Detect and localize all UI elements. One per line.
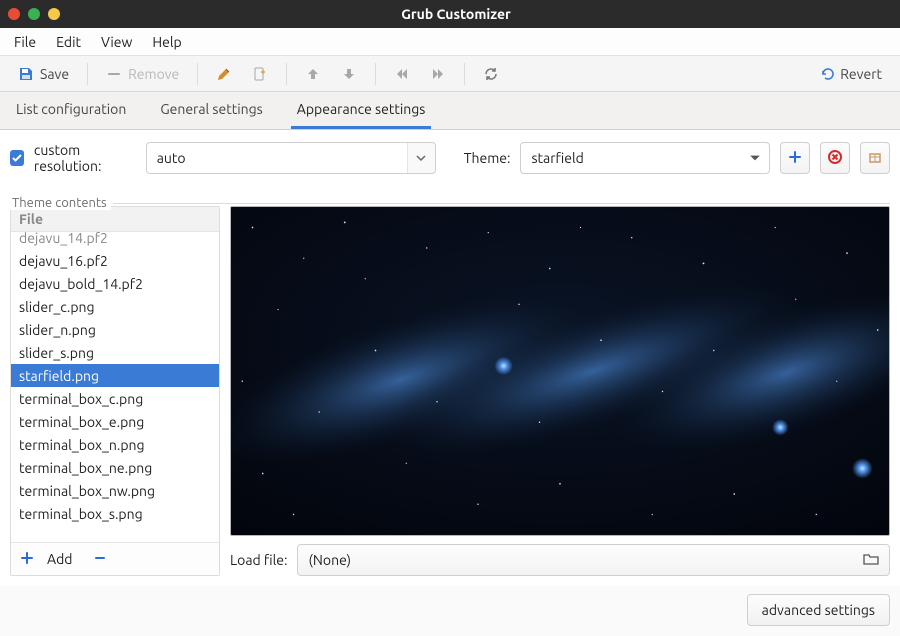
load-file-label: Load file: [230, 552, 287, 568]
file-list-header[interactable]: File [11, 207, 219, 232]
advanced-settings-button[interactable]: advanced settings [747, 594, 890, 626]
theme-combo[interactable]: starfield [520, 142, 770, 174]
preview-image [230, 206, 890, 536]
appearance-panel: custom resolution: auto Theme: starfield [0, 130, 900, 586]
theme-add-button[interactable] [780, 142, 810, 174]
save-button[interactable]: Save [10, 62, 77, 86]
refresh-icon [483, 66, 499, 82]
plus-icon [21, 551, 33, 567]
list-item[interactable]: terminal_box_e.png [11, 410, 219, 433]
arrow-up-icon [305, 66, 321, 82]
list-item[interactable]: slider_n.png [11, 318, 219, 341]
toolbar-separator [197, 63, 198, 85]
move-right-button[interactable] [422, 62, 454, 86]
edit-entry-button[interactable] [208, 62, 240, 86]
chevron-down-icon[interactable] [741, 143, 769, 173]
list-item[interactable]: terminal_box_n.png [11, 433, 219, 456]
add-file-button[interactable]: Add [47, 551, 72, 567]
theme-remove-button[interactable] [820, 142, 850, 174]
double-arrow-right-icon [430, 66, 446, 82]
group-line [113, 203, 890, 204]
list-item[interactable]: dejavu_bold_14.pf2 [11, 272, 219, 295]
tab-appearance-settings[interactable]: Appearance settings [291, 91, 432, 129]
reload-button[interactable] [475, 62, 507, 86]
list-item[interactable]: terminal_box_nw.png [11, 479, 219, 502]
menu-view[interactable]: View [91, 28, 142, 55]
theme-contents-group: Theme contents File dejavu_14.pf2 dejavu… [10, 188, 890, 576]
list-item[interactable]: dejavu_14.pf2 [11, 232, 219, 249]
custom-resolution-checkbox[interactable] [10, 150, 24, 166]
file-chooser-value: (None) [308, 552, 351, 568]
revert-button[interactable]: Revert [810, 62, 890, 86]
arrow-down-icon [341, 66, 357, 82]
revert-label: Revert [840, 66, 882, 82]
revert-icon [818, 66, 834, 82]
remove-label: Remove [128, 66, 179, 82]
preview-pane: Load file: (None) [230, 206, 890, 576]
list-item[interactable]: terminal_box_s.png [11, 502, 219, 525]
new-entry-button[interactable] [244, 62, 276, 86]
toolbar-separator [375, 63, 376, 85]
pencil-icon [216, 66, 232, 82]
resolution-value[interactable]: auto [147, 150, 407, 166]
titlebar: Grub Customizer [0, 0, 900, 28]
window-close-icon[interactable] [8, 8, 20, 20]
tabbar: List configuration General settings Appe… [0, 92, 900, 130]
double-arrow-left-icon [394, 66, 410, 82]
menubar: File Edit View Help [0, 28, 900, 56]
toolbar-separator [87, 63, 88, 85]
list-item[interactable]: dejavu_16.pf2 [11, 249, 219, 272]
footer: advanced settings [0, 586, 900, 636]
move-left-button[interactable] [386, 62, 418, 86]
tab-general-settings[interactable]: General settings [154, 91, 268, 129]
save-icon [18, 66, 34, 82]
menu-help[interactable]: Help [142, 28, 191, 55]
toolbar-separator [286, 63, 287, 85]
minus-icon[interactable] [94, 551, 106, 567]
save-label: Save [40, 66, 69, 82]
move-up-button[interactable] [297, 62, 329, 86]
theme-label: Theme: [464, 150, 511, 166]
list-item[interactable]: slider_s.png [11, 341, 219, 364]
load-file-chooser[interactable]: (None) [297, 544, 890, 576]
menu-file[interactable]: File [4, 28, 46, 55]
new-doc-icon [252, 66, 268, 82]
theme-export-button[interactable] [860, 142, 890, 174]
remove-button[interactable]: Remove [98, 62, 187, 86]
cancel-circle-icon [827, 149, 843, 168]
window-title: Grub Customizer [20, 6, 892, 22]
list-item[interactable]: slider_c.png [11, 295, 219, 318]
tab-list-configuration[interactable]: List configuration [10, 91, 132, 129]
toolbar: Save Remove [0, 56, 900, 92]
theme-value: starfield [521, 150, 741, 166]
file-list-pane: File dejavu_14.pf2 dejavu_16.pf2 dejavu_… [10, 206, 220, 576]
toolbar-separator [464, 63, 465, 85]
list-item[interactable]: terminal_box_c.png [11, 387, 219, 410]
minus-icon [106, 66, 122, 82]
file-list-actions: Add [11, 542, 219, 575]
list-item-selected[interactable]: starfield.png [11, 364, 219, 387]
move-down-button[interactable] [333, 62, 365, 86]
package-icon [868, 150, 882, 167]
group-label: Theme contents [8, 196, 111, 210]
chevron-down-icon[interactable] [407, 143, 435, 173]
resolution-combo[interactable]: auto [146, 142, 436, 174]
list-item[interactable]: terminal_box_ne.png [11, 456, 219, 479]
file-list[interactable]: dejavu_14.pf2 dejavu_16.pf2 dejavu_bold_… [11, 232, 219, 542]
menu-edit[interactable]: Edit [46, 28, 91, 55]
folder-open-icon [863, 551, 879, 570]
custom-resolution-label: custom resolution: [34, 142, 136, 174]
plus-icon [788, 150, 802, 167]
